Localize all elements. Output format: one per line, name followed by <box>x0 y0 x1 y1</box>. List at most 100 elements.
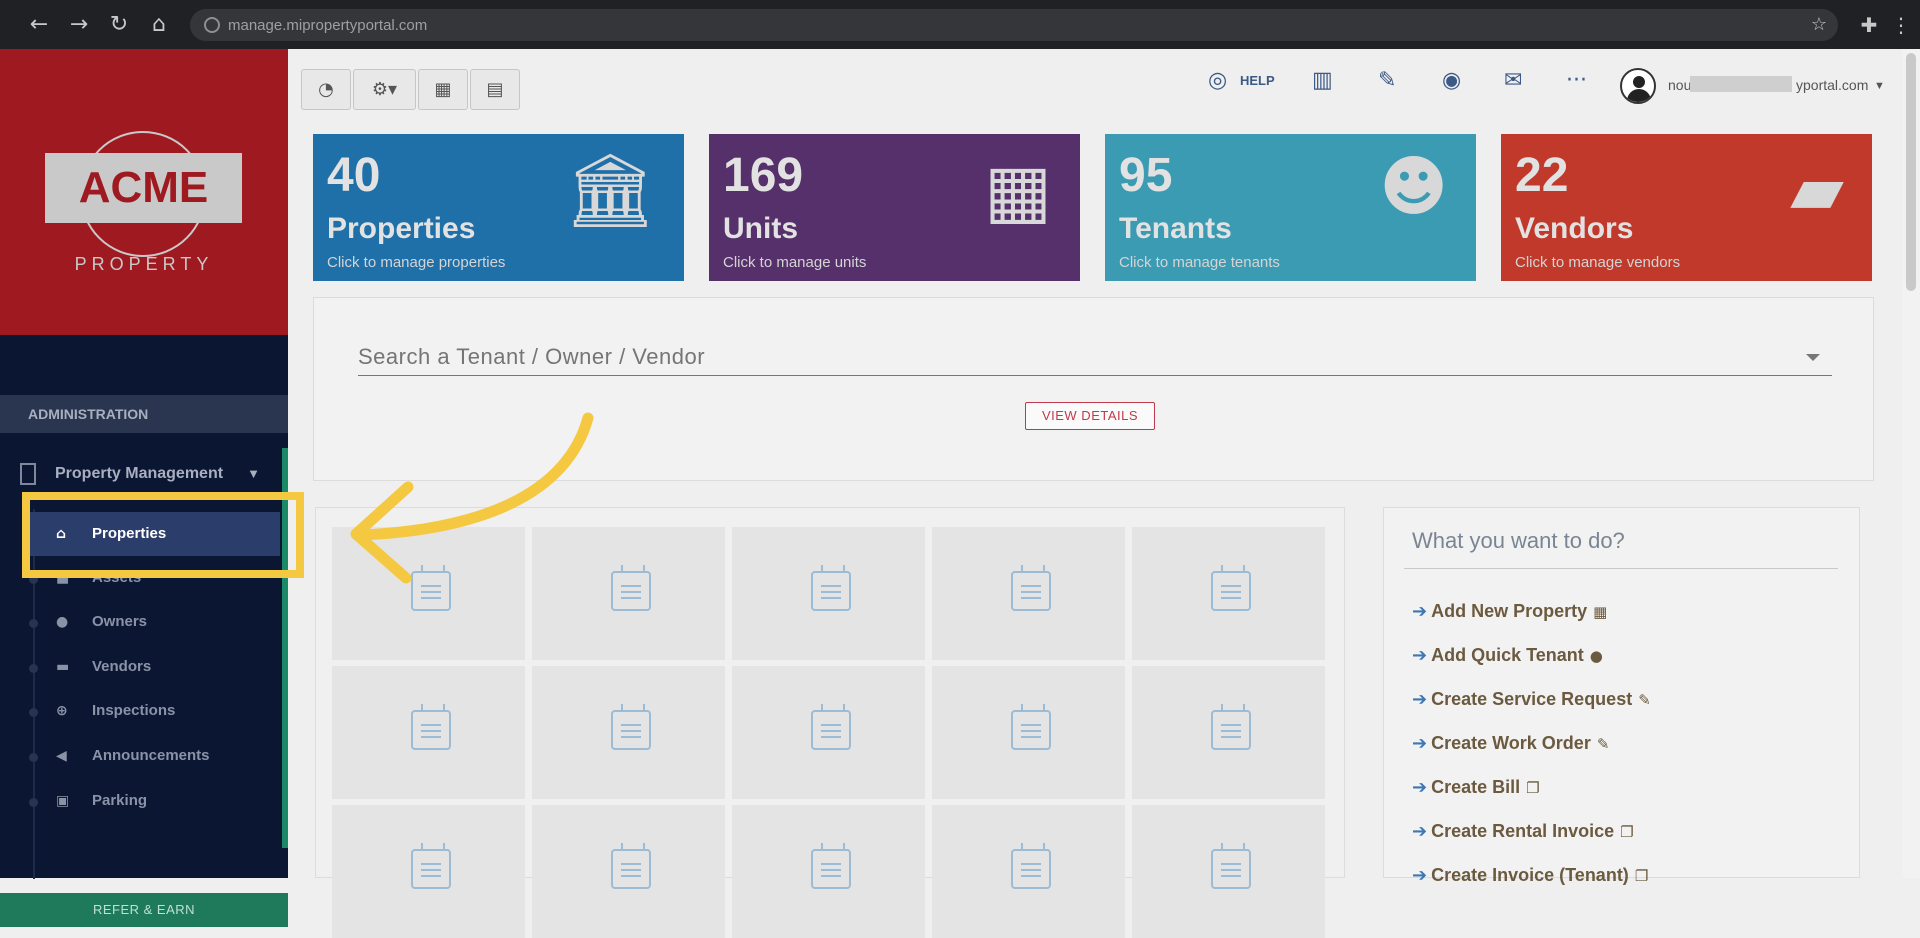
grid-tile[interactable] <box>532 527 725 660</box>
grid-tile[interactable] <box>332 666 525 799</box>
building-icon <box>20 463 36 485</box>
tree-dot <box>29 708 38 717</box>
stat-card-vendors[interactable]: 22 Vendors Click to manage vendors ▰ <box>1501 134 1872 281</box>
logo-text: ACME <box>45 153 242 223</box>
extensions-icon[interactable]: ✚ <box>1856 12 1882 38</box>
avatar-head <box>1633 76 1645 88</box>
stat-label: Tenants <box>1119 212 1232 245</box>
sidebar-item-announcements[interactable]: ◀ Announcements <box>0 734 280 778</box>
mail-icon[interactable]: ✉ <box>1504 68 1522 93</box>
url-text: manage.mipropertyportal.com <box>228 17 428 34</box>
view-details-button[interactable]: VIEW DETAILS <box>1025 402 1155 430</box>
search-input[interactable] <box>358 338 1832 376</box>
document-icon <box>1011 704 1051 750</box>
action-label: Create Service Request <box>1431 689 1633 709</box>
refer-earn-button[interactable]: REFER & EARN <box>0 893 288 927</box>
document-icon <box>611 565 651 611</box>
grid-tile[interactable] <box>532 666 725 799</box>
settings-button[interactable]: ⚙▾ <box>353 69 416 110</box>
user-icon: ● <box>56 614 69 630</box>
document-icon <box>611 843 651 889</box>
stat-value: 95 <box>1119 149 1173 202</box>
forward-icon[interactable]: → <box>66 12 92 38</box>
user-email-redacted <box>1690 76 1792 92</box>
dashboard-button[interactable]: ◔ <box>301 69 351 110</box>
scrollbar-thumb[interactable] <box>1906 53 1916 291</box>
grid-tile[interactable] <box>932 805 1125 938</box>
briefcase-icon: ▬ <box>56 659 70 675</box>
stat-label: Units <box>723 212 798 245</box>
bar-chart-icon[interactable]: ▥ <box>1312 68 1333 93</box>
grid-tile[interactable] <box>332 805 525 938</box>
stat-card-tenants[interactable]: 95 Tenants Click to manage tenants ☻ <box>1105 134 1476 281</box>
arrow-right-icon: ➔ <box>1412 601 1428 622</box>
action-create-invoice-tenant[interactable]: ➔ Create Invoice (Tenant) ❐ <box>1412 865 1648 886</box>
arrow-right-icon: ➔ <box>1412 645 1428 666</box>
sidebar-item-vendors[interactable]: ▬ Vendors <box>0 645 280 689</box>
action-label: Create Rental Invoice <box>1431 821 1615 841</box>
sidebar-item-owners[interactable]: ● Owners <box>0 600 280 644</box>
grid-tile[interactable] <box>732 666 925 799</box>
document-icon <box>611 704 651 750</box>
back-icon[interactable]: ← <box>26 12 52 38</box>
address-bar[interactable]: manage.mipropertyportal.com ☆ <box>190 9 1838 41</box>
menu-icon[interactable]: ⋮ <box>1888 12 1914 38</box>
sidebar-item-label: Owners <box>92 613 148 630</box>
users-icon: ☻ <box>1379 148 1448 225</box>
calculator-button[interactable]: ▤ <box>470 69 520 110</box>
grid-tile[interactable] <box>532 805 725 938</box>
calendar-button[interactable]: ▦ <box>418 69 468 110</box>
wrench-icon: ✎ <box>1596 735 1610 753</box>
action-add-quick-tenant[interactable]: ➔ Add Quick Tenant ● <box>1412 645 1603 666</box>
home-icon[interactable]: ⌂ <box>146 12 172 38</box>
grid-tile[interactable] <box>932 527 1125 660</box>
stat-subtitle: Click to manage tenants <box>1119 254 1280 271</box>
wrench-icon[interactable]: ✎ <box>1378 68 1396 93</box>
copy-icon: ❐ <box>1526 779 1540 797</box>
grid-tile[interactable] <box>1132 527 1325 660</box>
quick-actions-panel: What you want to do? ➔ Add New Property ▦ … <box>1383 507 1860 886</box>
action-label: Add Quick Tenant <box>1431 645 1584 665</box>
page-scrollbar[interactable] <box>1902 49 1920 878</box>
action-create-rental-invoice[interactable]: ➔ Create Rental Invoice ❐ <box>1412 821 1634 842</box>
logo-subtext: PROPERTY <box>74 254 214 274</box>
bullhorn-icon: ◀ <box>56 748 67 764</box>
grid-tile[interactable] <box>732 527 925 660</box>
document-icon <box>811 565 851 611</box>
stat-card-units[interactable]: 169 Units Click to manage units ▦ <box>709 134 1080 281</box>
avatar[interactable] <box>1620 68 1656 104</box>
stat-value: 169 <box>723 149 804 202</box>
panel-title: What you want to do? <box>1412 528 1625 553</box>
reload-icon[interactable]: ↻ <box>106 12 132 38</box>
chevron-down-icon[interactable] <box>1806 354 1820 361</box>
grid-tile[interactable] <box>1132 805 1325 938</box>
chevron-down-icon[interactable]: ▼ <box>1874 80 1885 92</box>
stat-subtitle: Click to manage vendors <box>1515 254 1681 271</box>
help-link[interactable]: HELP <box>1240 73 1275 88</box>
arrow-right-icon: ➔ <box>1412 777 1428 798</box>
stat-subtitle: Click to manage properties <box>327 254 506 271</box>
document-icon <box>811 704 851 750</box>
star-icon[interactable]: ☆ <box>1806 12 1832 38</box>
sidebar-item-parking[interactable]: ▣ Parking <box>0 779 280 823</box>
grid-tile[interactable] <box>332 527 525 660</box>
building-icon: ▦ <box>1593 603 1608 621</box>
eye-icon[interactable]: ◉ <box>1442 68 1461 93</box>
grid-tile[interactable] <box>932 666 1125 799</box>
more-icon[interactable]: ··· <box>1566 68 1587 93</box>
action-create-bill[interactable]: ➔ Create Bill ❐ <box>1412 777 1540 798</box>
action-create-service-request[interactable]: ➔ Create Service Request ✎ <box>1412 689 1651 710</box>
logo[interactable]: ACME PROPERTY <box>0 49 288 335</box>
action-add-new-property[interactable]: ➔ Add New Property ▦ <box>1412 601 1607 622</box>
document-icon <box>411 843 451 889</box>
user-email-suffix[interactable]: yportal.com <box>1796 77 1868 93</box>
grid-tile[interactable] <box>732 805 925 938</box>
action-create-work-order[interactable]: ➔ Create Work Order ✎ <box>1412 733 1609 754</box>
site-info-icon[interactable] <box>204 17 220 33</box>
user-email-prefix[interactable]: nou <box>1668 77 1691 93</box>
stat-card-properties[interactable]: 40 Properties Click to manage properties… <box>313 134 684 281</box>
help-icon[interactable]: ◎ <box>1208 68 1227 93</box>
sidebar-item-inspections[interactable]: ⊕ Inspections <box>0 689 280 733</box>
divider <box>1404 568 1838 569</box>
grid-tile[interactable] <box>1132 666 1325 799</box>
